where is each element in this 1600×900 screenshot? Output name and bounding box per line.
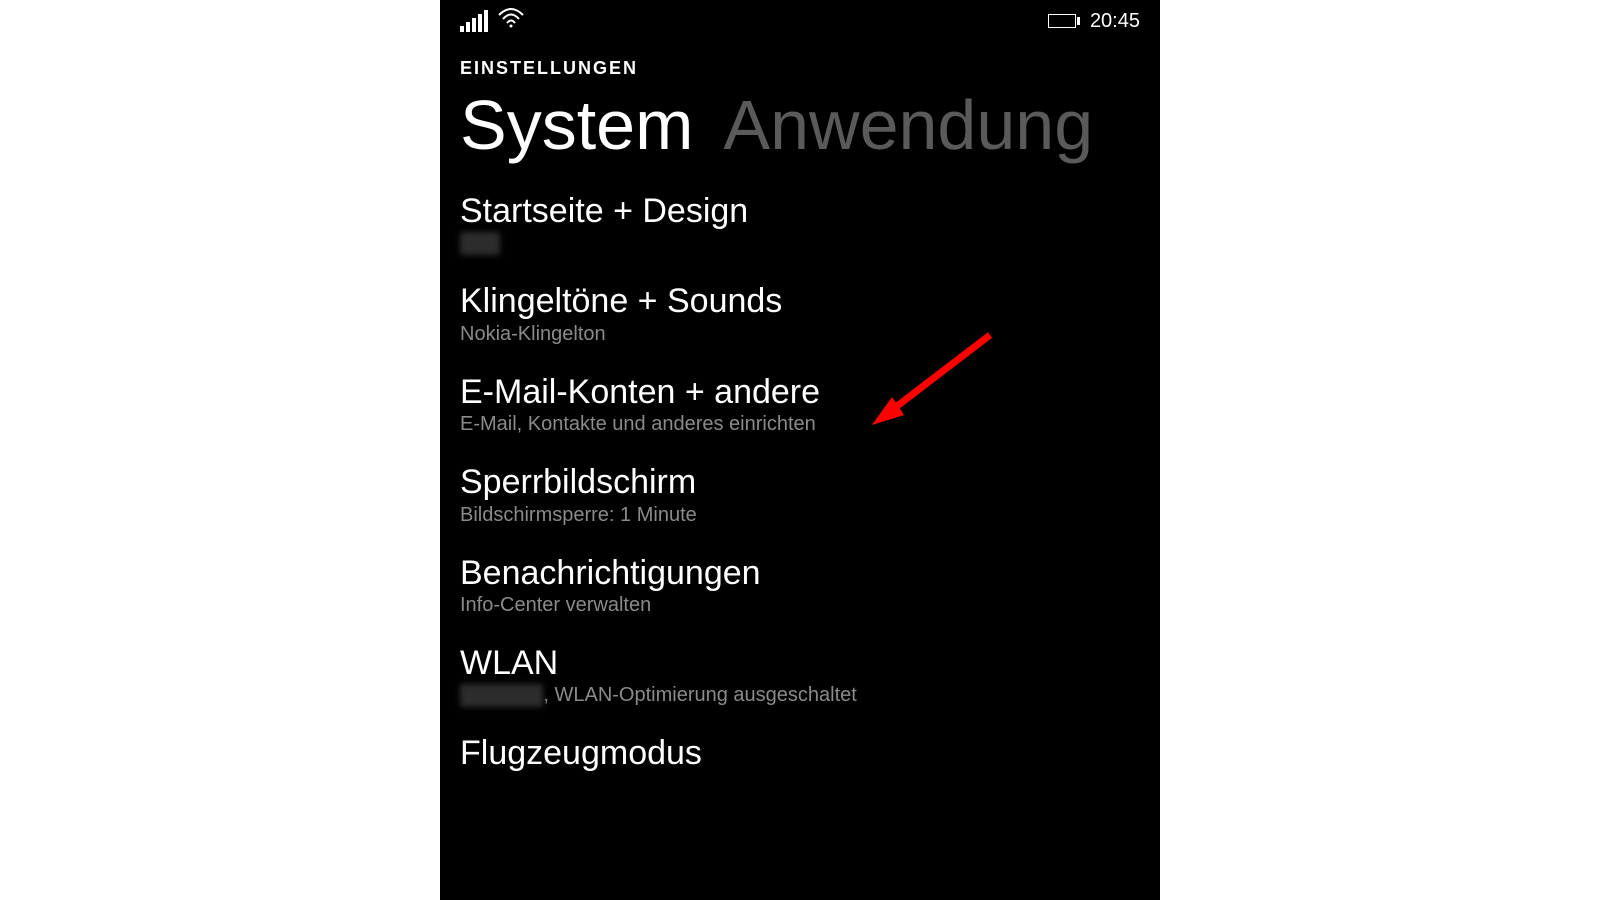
battery-icon xyxy=(1048,14,1080,28)
settings-item-wlan[interactable]: WLAN Netzwerk, WLAN-Optimierung ausgesch… xyxy=(460,645,1140,707)
item-title: WLAN xyxy=(460,645,1140,682)
wifi-icon xyxy=(498,7,524,35)
phone-screen: 20:45 EINSTELLUNGEN System Anwendung Sta… xyxy=(440,0,1160,900)
settings-item-ringtones-sounds[interactable]: Klingeltöne + Sounds Nokia-Klingelton xyxy=(460,283,1140,345)
item-subtitle: Bildschirmsperre: 1 Minute xyxy=(460,504,1140,527)
item-title: Sperrbildschirm xyxy=(460,464,1140,501)
item-subtitle: E-Mail, Kontakte und anderes einrichten xyxy=(460,413,1140,436)
pivot-tab-anwendungen[interactable]: Anwendung xyxy=(723,85,1093,165)
item-subtitle: Info-Center verwalten xyxy=(460,594,1140,617)
settings-item-airplane-mode[interactable]: Flugzeugmodus xyxy=(460,735,1140,772)
item-title: Startseite + Design xyxy=(460,193,1140,230)
item-title: Flugzeugmodus xyxy=(460,735,1140,772)
app-title: EINSTELLUNGEN xyxy=(460,58,1140,79)
item-title: Benachrichtigungen xyxy=(460,555,1140,592)
item-subtitle: Netzwerk, WLAN-Optimierung ausgeschaltet xyxy=(460,684,1140,707)
settings-item-notifications[interactable]: Benachrichtigungen Info-Center verwalten xyxy=(460,555,1140,617)
settings-item-email-accounts[interactable]: E-Mail-Konten + andere E-Mail, Kontakte … xyxy=(460,374,1140,436)
item-subtitle: Blau xyxy=(460,232,1140,255)
settings-item-lock-screen[interactable]: Sperrbildschirm Bildschirmsperre: 1 Minu… xyxy=(460,464,1140,526)
item-subtitle: Nokia-Klingelton xyxy=(460,323,1140,346)
pivot-header[interactable]: System Anwendung xyxy=(460,85,1140,165)
status-left xyxy=(460,7,524,35)
cellular-signal-icon xyxy=(460,10,488,32)
item-title: E-Mail-Konten + andere xyxy=(460,374,1140,411)
status-right: 20:45 xyxy=(1048,10,1140,33)
status-bar: 20:45 xyxy=(440,0,1160,38)
settings-list: Startseite + Design Blau Klingeltöne + S… xyxy=(440,165,1160,773)
item-title: Klingeltöne + Sounds xyxy=(460,283,1140,320)
header-section: EINSTELLUNGEN System Anwendung xyxy=(440,38,1160,165)
clock: 20:45 xyxy=(1090,10,1140,33)
settings-item-start-design[interactable]: Startseite + Design Blau xyxy=(460,193,1140,255)
pivot-tab-system[interactable]: System xyxy=(460,85,693,165)
